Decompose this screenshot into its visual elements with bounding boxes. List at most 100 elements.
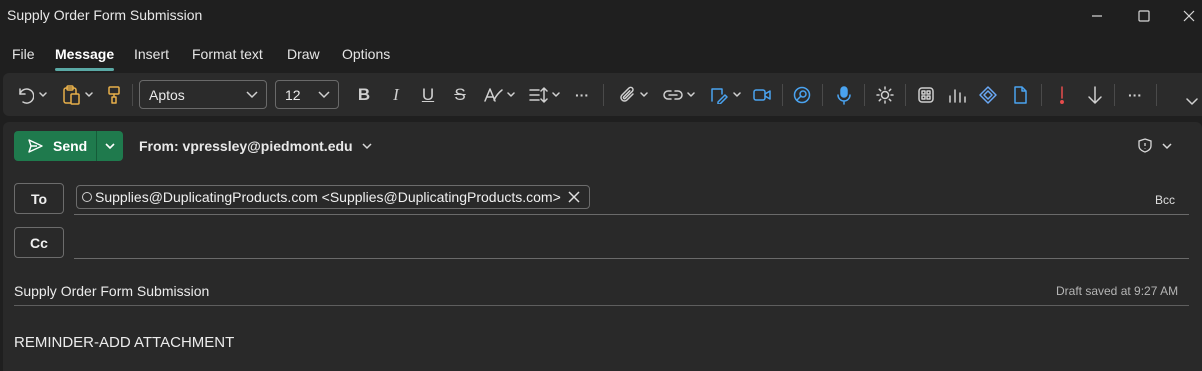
more-options-button[interactable]: ··· xyxy=(1124,81,1146,109)
chevron-down-icon xyxy=(38,92,47,97)
recipient-address: Supplies@DuplicatingProducts.com <Suppli… xyxy=(95,189,561,205)
teams-meeting-button[interactable] xyxy=(751,81,773,109)
title-bar: Supply Order Form Submission xyxy=(0,0,1202,32)
tab-options[interactable]: Options xyxy=(342,46,390,62)
ribbon-separator xyxy=(905,84,906,106)
underline-icon: U xyxy=(421,85,435,104)
link-button[interactable] xyxy=(659,81,699,109)
attach-file-button[interactable] xyxy=(613,81,653,109)
signature-icon xyxy=(711,88,728,104)
insights-button[interactable] xyxy=(946,81,968,109)
from-label: From: vpressley@piedmont.edu xyxy=(139,138,353,154)
font-name-select[interactable]: Aptos xyxy=(139,80,267,109)
close-icon xyxy=(1183,10,1195,22)
paragraph-button[interactable] xyxy=(523,81,565,109)
sensitivity-shield-icon[interactable] xyxy=(1138,138,1152,153)
loop-button[interactable] xyxy=(977,81,999,109)
send-button[interactable]: Send xyxy=(14,131,97,161)
chart-icon xyxy=(949,89,966,103)
dictate-button[interactable] xyxy=(833,81,855,109)
tab-message[interactable]: Message xyxy=(55,46,115,71)
copilot-button[interactable] xyxy=(791,81,813,109)
minimize-button[interactable] xyxy=(1074,0,1120,32)
remove-recipient-icon[interactable] xyxy=(568,191,580,203)
forms-button[interactable] xyxy=(1009,81,1031,109)
window-title: Supply Order Form Submission xyxy=(7,7,203,23)
tab-format-text[interactable]: Format text xyxy=(192,46,263,62)
paste-button[interactable] xyxy=(57,81,97,109)
cc-button[interactable]: Cc xyxy=(14,227,64,258)
bcc-button[interactable]: Bcc xyxy=(1155,193,1175,207)
menu-bar: File Message Insert Format text Draw Opt… xyxy=(0,38,1202,71)
format-painter-icon xyxy=(108,86,120,104)
chevron-down-icon xyxy=(640,92,648,97)
italic-button[interactable]: I xyxy=(385,81,407,109)
attach-icon xyxy=(620,86,634,102)
subject-input[interactable]: Supply Order Form Submission xyxy=(14,283,209,299)
signature-button[interactable] xyxy=(705,81,745,109)
styles-icon xyxy=(484,88,503,102)
apps-icon xyxy=(918,87,934,103)
format-painter-button[interactable] xyxy=(103,81,125,109)
send-button-group: Send xyxy=(14,131,123,161)
to-field-underline xyxy=(74,214,1189,215)
ribbon-separator xyxy=(132,84,133,106)
arrow-down-icon xyxy=(1088,86,1102,104)
from-selector[interactable]: From: vpressley@piedmont.edu xyxy=(139,138,372,154)
ribbon-separator xyxy=(1156,84,1157,106)
recipient-chip[interactable]: Supplies@DuplicatingProducts.com <Suppli… xyxy=(76,185,590,209)
tab-insert[interactable]: Insert xyxy=(134,46,169,62)
strikethrough-button[interactable]: S xyxy=(449,81,471,109)
ribbon-separator xyxy=(1114,84,1115,106)
paragraph-icon xyxy=(529,87,548,103)
chevron-down-icon xyxy=(246,91,258,99)
tab-draw[interactable]: Draw xyxy=(287,46,320,62)
undo-icon xyxy=(18,88,34,104)
high-importance-icon xyxy=(1060,86,1064,104)
strikethrough-icon: S xyxy=(454,85,466,104)
font-size-select[interactable]: 12 xyxy=(275,80,339,109)
styles-button[interactable] xyxy=(479,81,519,109)
bold-icon: B xyxy=(357,85,371,104)
font-name-value: Aptos xyxy=(149,86,185,103)
draft-status: Draft saved at 9:27 AM xyxy=(1056,284,1179,298)
ribbon-separator xyxy=(1041,84,1042,106)
chevron-down-icon xyxy=(84,92,93,97)
font-size-value: 12 xyxy=(285,86,301,103)
link-icon xyxy=(663,90,683,100)
more-formatting-button[interactable]: ··· xyxy=(571,81,593,109)
maximize-button[interactable] xyxy=(1121,0,1167,32)
low-importance-button[interactable] xyxy=(1084,81,1106,109)
expand-ribbon-button[interactable] xyxy=(1183,87,1201,115)
chevron-down-icon xyxy=(507,92,515,97)
tab-file[interactable]: File xyxy=(12,46,35,62)
close-window-button[interactable] xyxy=(1166,0,1202,32)
brightness-icon xyxy=(876,86,894,104)
to-button[interactable]: To xyxy=(14,183,64,214)
ribbon-separator xyxy=(782,84,783,106)
chevron-down-icon xyxy=(552,92,560,97)
ribbon-toolbar: Aptos 12 B I U S ··· ··· xyxy=(3,73,1202,116)
send-label: Send xyxy=(53,138,88,154)
apps-button[interactable] xyxy=(915,81,937,109)
bold-button[interactable]: B xyxy=(353,81,375,109)
ribbon-separator xyxy=(603,84,604,106)
compose-panel: Send From: vpressley@piedmont.edu To Sup… xyxy=(3,122,1202,371)
immersive-reader-button[interactable] xyxy=(874,81,896,109)
more-icon: ··· xyxy=(575,87,589,103)
copilot-icon xyxy=(793,86,811,104)
high-importance-button[interactable] xyxy=(1051,81,1073,109)
cc-field-input[interactable] xyxy=(74,258,1189,259)
microphone-icon xyxy=(837,86,851,105)
meeting-icon xyxy=(753,89,771,101)
chevron-down-icon xyxy=(318,91,330,99)
send-options-button[interactable] xyxy=(97,131,123,161)
chevron-down-icon[interactable] xyxy=(1162,142,1172,150)
chevron-down-icon xyxy=(362,143,372,150)
undo-button[interactable] xyxy=(11,81,51,109)
message-body[interactable]: REMINDER-ADD ATTACHMENT xyxy=(14,334,234,351)
underline-button[interactable]: U xyxy=(417,81,439,109)
document-icon xyxy=(1014,86,1027,104)
chevron-down-icon xyxy=(687,92,695,97)
chevron-down-icon xyxy=(1186,98,1198,105)
